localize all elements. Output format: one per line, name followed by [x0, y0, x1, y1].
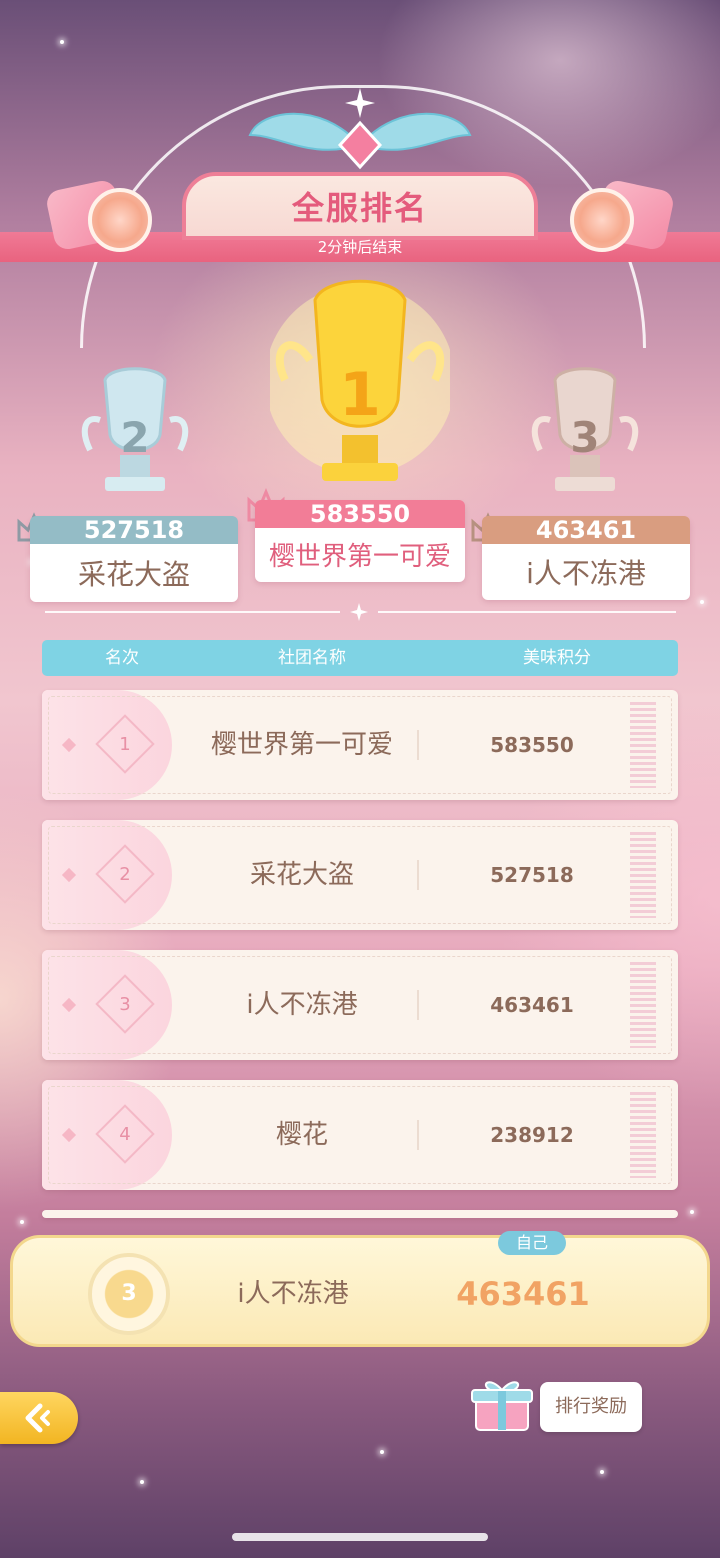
column-club-name: 社团名称 — [278, 648, 346, 668]
table-header: 名次 社团名称 美味积分 — [42, 640, 678, 676]
podium-first-name: 樱世界第一可爱 — [268, 542, 451, 572]
self-rank-panel: 自己 3 i人不冻港 463461 — [10, 1231, 710, 1347]
divider-left — [45, 611, 340, 613]
club-name: 樱花 — [275, 1120, 328, 1150]
podium-second-score: 527518 — [30, 516, 238, 544]
rank-number: 3 — [119, 994, 131, 1015]
trophy-rank-1: 1 — [339, 360, 381, 430]
separator — [417, 990, 419, 1020]
ticket-stub — [630, 962, 656, 1048]
separator — [417, 860, 419, 890]
trophy-rank-2: 2 — [120, 413, 149, 462]
podium-second: 527518 采花大盗 — [30, 516, 238, 602]
reward-button-label: 排行奖励 — [555, 1396, 627, 1417]
self-rank-number: 3 — [121, 1281, 137, 1306]
sparkle — [140, 1480, 144, 1484]
divider-right — [378, 611, 676, 613]
home-indicator[interactable] — [232, 1533, 488, 1541]
reward-button[interactable]: 排行奖励 — [540, 1382, 642, 1432]
sparkle — [60, 40, 64, 44]
table-row[interactable]: 1 樱世界第一可爱 583550 — [42, 690, 678, 800]
countdown-text: 2分钟后结束 — [317, 238, 403, 256]
back-button[interactable] — [0, 1392, 78, 1444]
sparkle — [600, 1470, 604, 1474]
podium-first: 583550 樱世界第一可爱 — [255, 500, 465, 582]
gift-box-icon[interactable] — [470, 1376, 534, 1434]
table-row[interactable]: 3 i人不冻港 463461 — [42, 950, 678, 1060]
star-divider-icon — [350, 603, 368, 621]
club-name: 樱世界第一可爱 — [210, 730, 393, 760]
self-club-name: i人不冻港 — [237, 1279, 349, 1309]
podium-first-score: 583550 — [255, 500, 465, 528]
trophy-rank-3: 3 — [570, 413, 599, 462]
score-value: 583550 — [490, 733, 574, 757]
club-name: 采花大盗 — [249, 860, 354, 890]
gold-trophy-icon: 1 — [270, 279, 450, 481]
silver-trophy-icon: 2 — [81, 367, 189, 491]
podium-second-name: 采花大盗 — [77, 558, 190, 591]
bow-icon — [248, 112, 472, 170]
ticket-stub — [630, 702, 656, 788]
table-row-partial[interactable] — [42, 1210, 678, 1218]
column-rank: 名次 — [105, 648, 139, 668]
ticket-stub — [630, 832, 656, 918]
club-name: i人不冻港 — [246, 990, 358, 1020]
column-score: 美味积分 — [523, 648, 591, 668]
sparkle — [20, 1220, 24, 1224]
score-value: 463461 — [490, 993, 574, 1017]
table-row[interactable]: 2 采花大盗 527518 — [42, 820, 678, 930]
rank-number: 1 — [119, 734, 131, 755]
separator — [417, 730, 419, 760]
self-score: 463461 — [456, 1275, 590, 1313]
back-arrow-icon — [25, 1403, 50, 1433]
score-value: 238912 — [490, 1123, 574, 1147]
rank-number: 4 — [119, 1124, 131, 1145]
rank-number: 2 — [119, 864, 131, 885]
podium-third-score: 463461 — [482, 516, 690, 544]
podium-third-name: i人不冻港 — [526, 557, 646, 590]
sparkle — [690, 1210, 694, 1214]
table-row[interactable]: 4 樱花 238912 — [42, 1080, 678, 1190]
bronze-trophy-icon: 3 — [531, 367, 639, 491]
sparkle — [380, 1450, 384, 1454]
page-title: 全服排名 — [291, 189, 428, 227]
separator — [417, 1120, 419, 1150]
ticket-stub — [630, 1092, 656, 1178]
podium-third: 463461 i人不冻港 — [482, 516, 690, 600]
score-value: 527518 — [490, 863, 574, 887]
sparkle — [700, 600, 704, 604]
